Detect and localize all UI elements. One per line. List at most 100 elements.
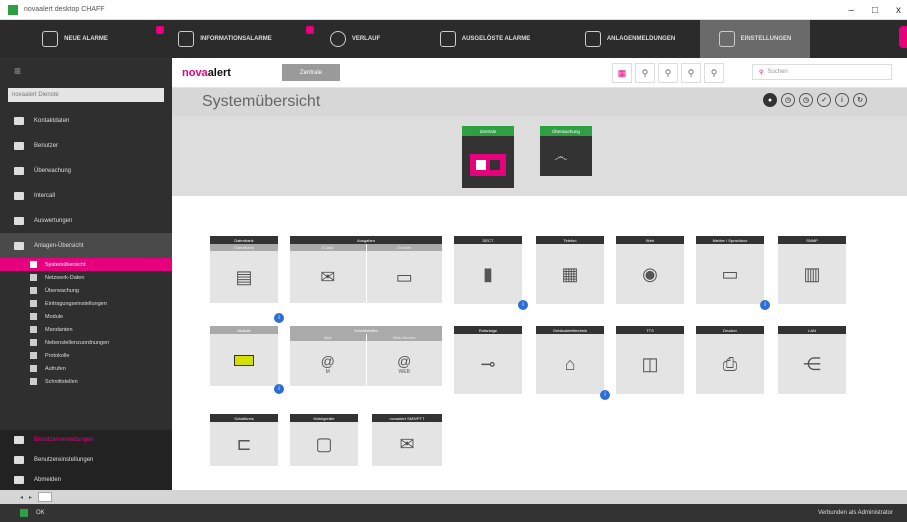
notification-tab[interactable]: [899, 26, 907, 48]
status-circle-icon[interactable]: ◷: [799, 93, 813, 107]
sidebar-subitem-aufrufen[interactable]: Aufrufen: [0, 362, 172, 375]
filter-icon[interactable]: ⚲: [635, 63, 655, 83]
at-mail-icon: @ M: [290, 341, 366, 386]
refresh-circle-icon[interactable]: ↻: [853, 93, 867, 107]
sidebar-item-ueberwachung[interactable]: Überwachung: [0, 158, 172, 183]
sidebar-item-auswertungen[interactable]: Auswertungen: [0, 208, 172, 233]
sidebar-subitem-mandanten[interactable]: Mandanten: [0, 323, 172, 336]
minimize-button[interactable]: –: [848, 5, 854, 16]
tile-gebaeudeleittechnik[interactable]: Gebäudeleittechnik ⌂: [536, 326, 604, 394]
sidebar-item-benutzerverwaltung[interactable]: Benutzerverwaltungen: [0, 430, 172, 450]
alarm-icon: [42, 31, 59, 47]
tile-mobilgeraete[interactable]: Mobilgeräte ▢: [290, 414, 358, 466]
info-badge[interactable]: i: [274, 384, 284, 394]
close-button[interactable]: x: [896, 5, 901, 16]
sidebar-item-intercall[interactable]: Intercall: [0, 183, 172, 208]
tile-module[interactable]: Module: [210, 326, 278, 386]
info-badge[interactable]: i: [760, 300, 770, 310]
filter-icon[interactable]: ⚲: [704, 63, 724, 83]
users-icon: [14, 141, 24, 150]
printer-icon: ▭: [366, 251, 442, 303]
sidebar-item-kontaktdaten[interactable]: Kontaktdaten: [0, 108, 172, 133]
tile-title: Drucker: [696, 326, 764, 334]
sidebar-item-label: Kontaktdaten: [34, 117, 70, 124]
zentrale-status-box[interactable]: Zentrale: [462, 126, 514, 188]
tile-title: SNMP: [778, 236, 846, 244]
tile-ausgaben[interactable]: Ausgaben E-Mail Drucker ✉ ▭: [290, 236, 442, 303]
info-circle-icon[interactable]: i: [835, 93, 849, 107]
tile-schaltkreis[interactable]: Schaltkreis ⊏: [210, 414, 278, 466]
sidebar-item-label: Benutzer: [34, 142, 59, 149]
hamburger-menu-icon[interactable]: ≡: [0, 58, 172, 84]
sidebar-bottom-section: Benutzerverwaltungen Benutzereinstellung…: [0, 430, 172, 490]
maximize-button[interactable]: □: [872, 5, 878, 16]
tile-snmp[interactable]: SNMP ▥: [778, 236, 846, 304]
sidebar-subitem-protokolle[interactable]: Protokolle: [0, 349, 172, 362]
search-input[interactable]: ⚲ Suchen: [752, 64, 892, 80]
mail-icon: ✉: [290, 251, 366, 303]
tile-title: Gebäudeleittechnik: [536, 326, 604, 334]
clock-icon: [329, 31, 346, 47]
tab-neue-alarme[interactable]: Neue Alarme: [0, 20, 150, 58]
status-bar: ◂ ▸ OK Verbunden als Administrator: [0, 490, 907, 522]
tab-ausgeloeste-alarme[interactable]: Ausgelöste Alarme: [410, 20, 560, 58]
sidebar-subitem-schnittstellen[interactable]: Schnittstellen: [0, 375, 172, 388]
circuit-icon: ⊏: [210, 422, 278, 466]
globe-icon[interactable]: ●: [763, 93, 777, 107]
filter-icon[interactable]: ⚲: [681, 63, 701, 83]
bell-icon: [439, 31, 456, 47]
toolbar-button[interactable]: ◂: [20, 494, 23, 501]
tile-melder[interactable]: Melder / Sprachbox ▭: [696, 236, 764, 304]
sidebar-subitem-nebenstellen[interactable]: Nebenstellenzuordnungen: [0, 336, 172, 349]
info-badge[interactable]: i: [600, 390, 610, 400]
tile-title: Ausgaben: [290, 236, 442, 244]
tile-tts[interactable]: TTS ◫: [616, 326, 684, 394]
tile-web[interactable]: Web ◉: [616, 236, 684, 304]
tile-telefon[interactable]: Telefon ▦: [536, 236, 604, 304]
tab-label: Einstellungen: [740, 36, 792, 42]
tile-schnittstellen[interactable]: Schnittstellen Mail Web-Service @ M @ WEB: [290, 326, 442, 386]
tile-datenbank[interactable]: Datenbank Datenbank ▤: [210, 236, 278, 303]
filter-icon[interactable]: ⚲: [658, 63, 678, 83]
sidebar-item-label: Intercall: [34, 192, 56, 199]
sidebar-subitem-ueberwachung[interactable]: Überwachung: [0, 284, 172, 297]
ueberwachung-status-box[interactable]: Überwachung ෴: [540, 126, 592, 176]
zentrale-button[interactable]: Zentrale: [282, 64, 340, 81]
sidebar-subitem-systemuebersicht[interactable]: Systemübersicht: [0, 258, 172, 271]
sidebar-subitem-label: Nebenstellenzuordnungen: [45, 339, 110, 346]
sidebar-item-abmelden[interactable]: Abmelden: [0, 470, 172, 490]
sidebar-item-benutzer[interactable]: Benutzer: [0, 133, 172, 158]
info-badge[interactable]: i: [274, 313, 284, 323]
status-circle-icon[interactable]: ✓: [817, 93, 831, 107]
tile-lan[interactable]: LAN ⋲: [778, 326, 846, 394]
module-icon: [210, 334, 278, 386]
tab-einstellungen[interactable]: Einstellungen: [700, 20, 810, 58]
tile-sms-ptt[interactable]: novaalert SMS/PTT ✉: [372, 414, 442, 466]
sidebar-subitem-eintragungseinstellungen[interactable]: Eintragungseinstellungen: [0, 297, 172, 310]
monitor-icon: [30, 287, 37, 294]
sidebar-subitem-netzwerk[interactable]: Netzwerk-Daten: [0, 271, 172, 284]
page-box[interactable]: [38, 492, 53, 502]
tab-verlauf[interactable]: Verlauf: [300, 20, 410, 58]
sidebar-subitem-label: Systemübersicht: [45, 261, 86, 268]
sidebar-item-benutzereinstellungen[interactable]: Benutzereinstellungen: [0, 450, 172, 470]
sidebar-subitem-module[interactable]: Module: [0, 310, 172, 323]
tile-drucker[interactable]: Drucker ⎙: [696, 326, 764, 394]
tile-subtitle: Mail: [290, 334, 366, 341]
tile-dect[interactable]: DECT ▮: [454, 236, 522, 304]
tile-rufanlage[interactable]: Rufanlage ⊸: [454, 326, 522, 394]
status-label: Zentrale: [462, 126, 514, 136]
tile-title: Melder / Sprachbox: [696, 236, 764, 244]
sidebar-item-anlagen-uebersicht[interactable]: Anlagen-Übersicht: [0, 233, 172, 258]
network-icon: [30, 274, 37, 281]
toolbar-button[interactable]: ▸: [29, 494, 32, 501]
status-circle-icon[interactable]: ◷: [781, 93, 795, 107]
tab-anlagenmeldungen[interactable]: Anlagenmeldungen: [560, 20, 700, 58]
tile-subtitle: Web-Service: [366, 334, 442, 341]
top-navigation: Neue Alarme Informationsalarme Verlauf A…: [0, 20, 907, 58]
info-badge[interactable]: i: [518, 300, 528, 310]
grid-icon[interactable]: ▦: [612, 63, 632, 83]
sidebar-search-input[interactable]: novaalert Dienste: [8, 88, 164, 102]
tab-informationsalarme[interactable]: Informationsalarme: [150, 20, 300, 58]
status-area: Zentrale Überwachung ෴: [172, 116, 907, 196]
